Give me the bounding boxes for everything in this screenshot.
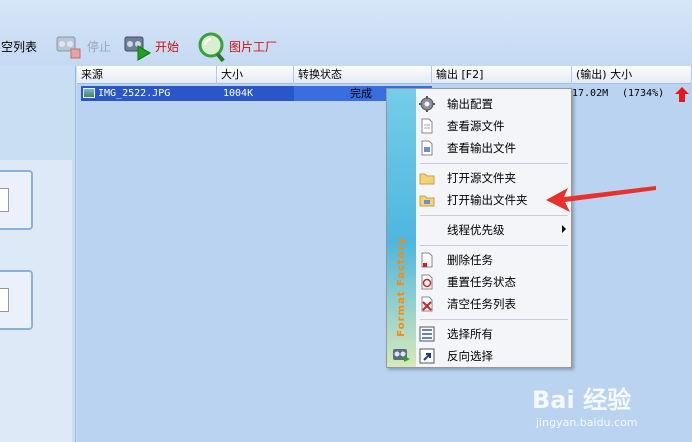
menu-item-label: 反向选择 [447, 348, 493, 363]
menu-item-select-all[interactable]: 选择所有 [417, 323, 571, 344]
folder-output-icon [418, 191, 436, 209]
menu-item-reset-status[interactable]: 重置任务状态 [417, 271, 571, 292]
watermark-sub: jingyan.baidu.com [536, 416, 638, 429]
category-button[interactable] [0, 170, 33, 230]
size-increase-arrow-icon [675, 87, 689, 102]
toolbar: 空列表 停止 开始 图片工厂 [0, 0, 692, 66]
annotation-arrow-icon [546, 186, 656, 212]
watermark-main: Bai 经验 [532, 386, 632, 414]
picture-factory-label: 图片工厂 [229, 39, 278, 54]
menu-item-label: 选择所有 [447, 326, 493, 341]
row-output-size: 17.02M [572, 88, 609, 99]
folder-icon [418, 169, 436, 187]
blank-icon [418, 221, 436, 239]
stop-label: 停止 [87, 39, 112, 54]
category-button[interactable] [0, 270, 33, 330]
context-menu: Format Factory 输出配置 查看源文件 查看输出文件 打开源文件夹 [386, 88, 572, 368]
menu-item-label: 清空任务列表 [447, 296, 516, 311]
clear-list-icon [418, 295, 436, 313]
select-all-icon [418, 325, 436, 343]
submenu-arrow-icon [562, 225, 566, 233]
document-icon [0, 188, 9, 212]
column-header-source[interactable]: 来源 [77, 66, 217, 84]
menu-item-view-output[interactable]: 查看输出文件 [417, 137, 571, 158]
menu-item-delete-task[interactable]: 删除任务 [417, 249, 571, 270]
stop-button[interactable]: 停止 [54, 28, 111, 64]
document-icon [418, 117, 436, 135]
menu-item-label: 打开输出文件夹 [447, 192, 528, 207]
table-row[interactable]: IMG_2522.JPG 1004K 完成 17.02M (1734%) [77, 86, 692, 101]
gear-icon [418, 95, 436, 113]
picture-factory-button[interactable]: 图片工厂 [196, 28, 277, 64]
invert-selection-icon [418, 347, 436, 365]
menu-item-invert-selection[interactable]: 反向选择 [417, 345, 571, 366]
menu-separator [420, 319, 568, 320]
document-icon [0, 288, 9, 312]
start-label: 开始 [155, 39, 180, 54]
menu-sidebar: Format Factory [387, 89, 416, 367]
row-source: IMG_2522.JPG [98, 88, 171, 99]
menu-brand: Format Factory [396, 237, 407, 337]
delete-document-icon [418, 251, 436, 269]
menu-item-label: 查看输出文件 [447, 140, 516, 155]
clear-list-button[interactable]: 空列表 [0, 28, 37, 64]
menu-item-view-source[interactable]: 查看源文件 [417, 115, 571, 136]
menu-separator [420, 215, 568, 216]
clear-list-label: 空列表 [1, 39, 38, 54]
list-header: 来源 大小 转换状态 输出 [F2] (输出) 大小 [77, 66, 692, 84]
format-factory-logo-icon [393, 349, 410, 362]
menu-item-label: 线程优先级 [447, 222, 505, 237]
menu-item-label: 打开源文件夹 [447, 170, 516, 185]
menu-item-open-source-folder[interactable]: 打开源文件夹 [417, 167, 571, 188]
reset-icon [418, 273, 436, 291]
column-header-size[interactable]: 大小 [217, 66, 294, 84]
start-icon [122, 31, 152, 61]
menu-item-thread-priority[interactable]: 线程优先级 [417, 219, 571, 240]
magnifier-icon [196, 31, 226, 63]
row-ratio: (1734%) [622, 88, 665, 99]
start-button[interactable]: 开始 [122, 28, 179, 64]
baidu-watermark: Bai 经验 jingyan.baidu.com [532, 380, 692, 440]
column-header-output[interactable]: 输出 [F2] [432, 66, 572, 84]
menu-item-label: 查看源文件 [447, 118, 505, 133]
menu-item-label: 删除任务 [447, 252, 493, 267]
menu-separator [420, 163, 568, 164]
menu-item-label: 重置任务状态 [447, 274, 516, 289]
row-size: 1004K [223, 88, 254, 99]
menu-item-clear-list[interactable]: 清空任务列表 [417, 293, 571, 314]
image-thumbnail-icon [83, 88, 95, 98]
menu-item-label: 输出配置 [447, 96, 493, 111]
left-panel-inner [0, 160, 72, 442]
menu-item-output-config[interactable]: 输出配置 [417, 93, 571, 114]
document-output-icon [418, 139, 436, 157]
stop-icon [54, 31, 84, 61]
column-header-status[interactable]: 转换状态 [294, 66, 432, 84]
column-header-output-size[interactable]: (输出) 大小 [572, 66, 692, 84]
left-panel [0, 66, 76, 442]
menu-separator [420, 245, 568, 246]
row-status: 完成 [350, 87, 372, 100]
